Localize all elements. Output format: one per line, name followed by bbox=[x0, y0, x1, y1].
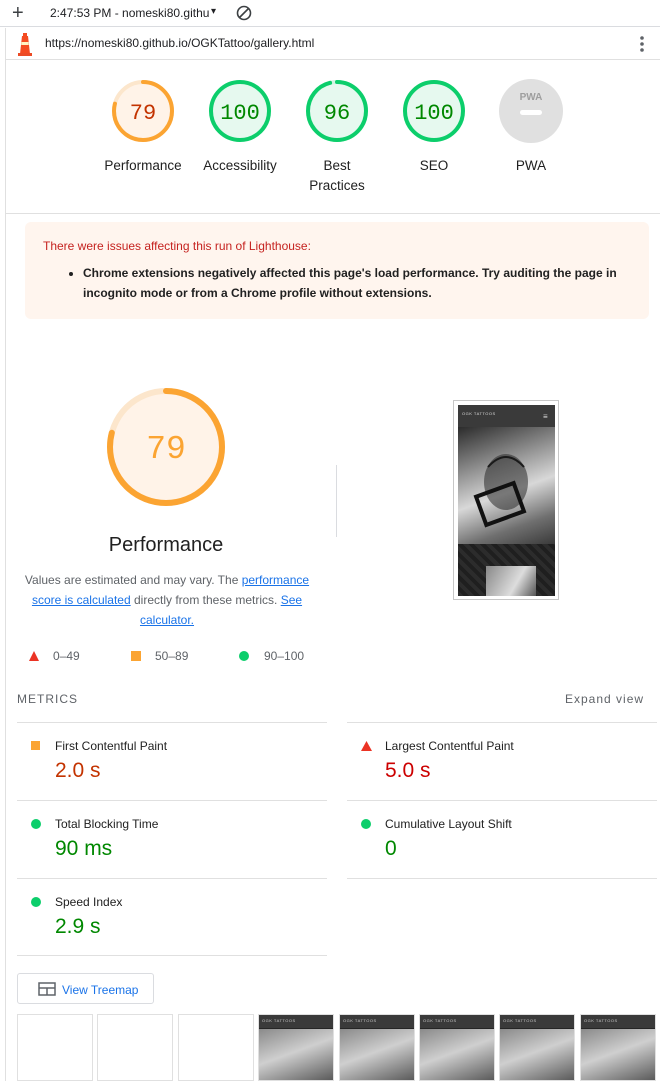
gauge-seo[interactable]: 100 SEO bbox=[384, 78, 484, 176]
performance-big-gauge: 79 bbox=[107, 388, 225, 506]
frame-site-name: OGK TATTOOS bbox=[503, 1018, 537, 1023]
gauge-score: 100 bbox=[220, 101, 260, 126]
desc-text: Values are estimated and may vary. The bbox=[24, 573, 242, 587]
gauge-label: Accessibility bbox=[203, 158, 277, 173]
filmstrip-frame: OGK TATTOOS bbox=[258, 1014, 334, 1081]
pass-circle-icon bbox=[31, 897, 41, 907]
metrics-divider bbox=[347, 878, 657, 879]
report-url-bar: https://nomeski80.github.io/OGKTattoo/ga… bbox=[5, 28, 660, 60]
gauge-performance[interactable]: 79 Performance bbox=[93, 78, 193, 176]
report-title-dropdown[interactable]: 2:47:53 PM - nomeski80.githu bbox=[50, 6, 210, 20]
warning-item: Chrome extensions negatively affected th… bbox=[83, 263, 623, 303]
screenshot-thumbnail bbox=[486, 566, 536, 596]
gauge-score: 100 bbox=[414, 101, 454, 126]
vertical-divider bbox=[336, 465, 337, 537]
pass-circle-icon bbox=[31, 819, 41, 829]
desc-text: directly from these metrics. bbox=[130, 593, 281, 607]
frame-site-name: OGK TATTOOS bbox=[423, 1018, 457, 1023]
view-treemap-button[interactable]: View Treemap bbox=[17, 973, 154, 1004]
performance-title: Performance bbox=[108, 534, 224, 556]
dropdown-caret-icon[interactable]: ▾ bbox=[211, 6, 216, 17]
performance-description: Values are estimated and may vary. The p… bbox=[20, 570, 314, 630]
best-practices-gauge-ring: 96 bbox=[306, 80, 368, 142]
filmstrip-frame-blank bbox=[17, 1014, 93, 1081]
seo-gauge-ring: 100 bbox=[403, 80, 465, 142]
treemap-icon bbox=[38, 982, 56, 996]
gauge-score: 96 bbox=[324, 101, 350, 126]
metric-speed-index: Speed Index 2.9 s bbox=[17, 878, 327, 956]
metric-first-contentful-paint: First Contentful Paint 2.0 s bbox=[17, 722, 327, 800]
gauge-accessibility[interactable]: 100 Accessibility bbox=[190, 78, 290, 176]
warning-list: Chrome extensions negatively affected th… bbox=[83, 263, 623, 303]
screenshot-menu-icon: ≡ bbox=[543, 412, 548, 421]
metric-label: First Contentful Paint bbox=[55, 739, 168, 753]
new-report-plus-icon[interactable]: + bbox=[12, 3, 24, 23]
fail-triangle-icon bbox=[29, 651, 39, 661]
tab-bar: + 2:47:53 PM - nomeski80.githu ▾ bbox=[0, 0, 660, 27]
tattoo-sketch-icon bbox=[473, 454, 528, 528]
legend-range: 50–89 bbox=[155, 649, 189, 663]
metric-value: 2.9 s bbox=[55, 915, 101, 938]
gauge-pwa[interactable]: PWA PWA bbox=[481, 78, 581, 176]
more-options-icon[interactable] bbox=[636, 35, 648, 53]
legend-range: 90–100 bbox=[264, 649, 305, 663]
metrics-divider bbox=[17, 955, 327, 956]
average-square-icon bbox=[131, 651, 141, 661]
frame-site-name: OGK TATTOOS bbox=[343, 1018, 377, 1023]
filmstrip-frame: OGK TATTOOS bbox=[580, 1014, 656, 1081]
pass-circle-icon bbox=[239, 651, 249, 661]
performance-gauge-ring: 79 bbox=[112, 80, 174, 142]
metric-value: 90 ms bbox=[55, 837, 113, 860]
frame-site-name: OGK TATTOOS bbox=[262, 1018, 296, 1023]
lighthouse-logo-icon bbox=[18, 33, 32, 56]
metric-value: 0 bbox=[385, 837, 397, 860]
report-url[interactable]: https://nomeski80.github.io/OGKTattoo/ga… bbox=[45, 36, 314, 50]
screenshot-tattoo-image bbox=[458, 427, 555, 544]
big-gauge-score: 79 bbox=[146, 431, 186, 468]
metric-label: Total Blocking Time bbox=[55, 817, 159, 831]
metric-largest-contentful-paint: Largest Contentful Paint 5.0 s bbox=[347, 722, 657, 800]
legend-range: 0–49 bbox=[53, 649, 80, 663]
metric-label: Cumulative Layout Shift bbox=[385, 817, 512, 831]
filmstrip-frame: OGK TATTOOS bbox=[499, 1014, 575, 1081]
average-square-icon bbox=[31, 741, 40, 750]
filmstrip-frame: OGK TATTOOS bbox=[339, 1014, 415, 1081]
accessibility-gauge-ring: 100 bbox=[209, 80, 271, 142]
clear-block-icon[interactable] bbox=[236, 5, 252, 21]
metric-total-blocking-time: Total Blocking Time 90 ms bbox=[17, 800, 327, 878]
runtime-warning: There were issues affecting this run of … bbox=[25, 222, 649, 319]
expand-view-toggle[interactable]: Expand view bbox=[565, 692, 644, 706]
frame-site-name: OGK TATTOOS bbox=[584, 1018, 618, 1023]
fail-triangle-icon bbox=[361, 741, 372, 751]
warning-title: There were issues affecting this run of … bbox=[43, 239, 311, 253]
metrics-header: METRICS bbox=[17, 692, 78, 706]
filmstrip-frame-blank bbox=[178, 1014, 254, 1081]
filmstrip-frame: OGK TATTOOS bbox=[419, 1014, 495, 1081]
metric-cumulative-layout-shift: Cumulative Layout Shift 0 bbox=[347, 800, 657, 878]
screenshot-header: OGK TATTOOS ≡ bbox=[458, 405, 555, 427]
screenshot-gallery-tile bbox=[458, 544, 555, 596]
metric-value: 5.0 s bbox=[385, 759, 431, 782]
metric-label: Speed Index bbox=[55, 895, 123, 909]
gauge-label-line: Best bbox=[323, 158, 351, 173]
view-treemap-label: View Treemap bbox=[62, 983, 139, 997]
gauge-label: Performance bbox=[104, 158, 182, 173]
metric-label: Largest Contentful Paint bbox=[385, 739, 514, 753]
filmstrip-frame-blank bbox=[97, 1014, 173, 1081]
metric-value: 2.0 s bbox=[55, 759, 101, 782]
gauge-label: Best Practices bbox=[287, 156, 387, 196]
gauge-score: 79 bbox=[130, 101, 156, 126]
score-gauges: 79 Performance 100 Accessibility 96 Best… bbox=[5, 60, 660, 214]
pwa-badge-text: PWA bbox=[520, 92, 543, 103]
gauge-label-line: Practices bbox=[309, 178, 365, 193]
final-screenshot[interactable]: OGK TATTOOS ≡ bbox=[453, 400, 559, 600]
pass-circle-icon bbox=[361, 819, 371, 829]
gauge-label: SEO bbox=[419, 158, 449, 173]
gauge-best-practices[interactable]: 96 Best Practices bbox=[287, 78, 387, 196]
gauge-label: PWA bbox=[515, 158, 547, 173]
screenshot-site-name: OGK TATTOOS bbox=[462, 411, 496, 416]
pwa-badge-icon: PWA bbox=[499, 79, 563, 143]
screenshot-page: OGK TATTOOS ≡ bbox=[458, 405, 555, 596]
